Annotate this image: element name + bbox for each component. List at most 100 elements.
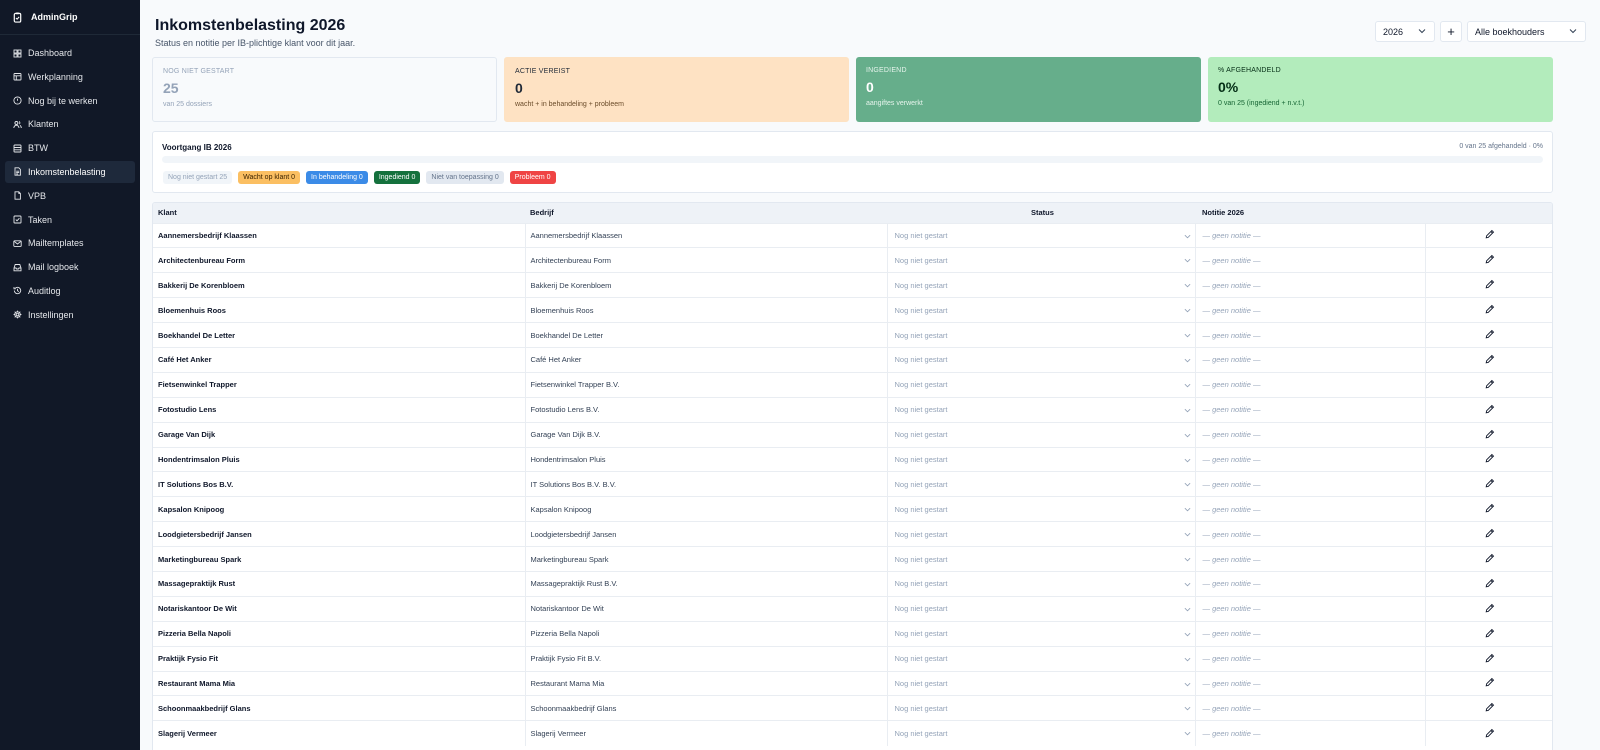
edit-pencil-icon[interactable] [1485,329,1495,339]
status-badge[interactable]: Probleem 0 [509,171,556,184]
note-cell[interactable]: — geen notitie — [1195,471,1426,497]
edit-pencil-icon[interactable] [1485,528,1495,538]
accountant-filter-select[interactable]: Alle boekhouders [1467,21,1586,42]
column-header-bedrijf[interactable]: Bedrijf [525,203,887,223]
status-select[interactable]: Nog niet gestart [887,546,1196,572]
note-cell[interactable]: — geen notitie — [1195,346,1426,373]
note-cell[interactable]: — geen notitie — [1195,620,1426,647]
cell-klant[interactable]: Café Het Anker [153,346,526,373]
cell-klant[interactable]: Garage Van Dijk [153,421,526,448]
status-select[interactable]: Nog niet gestart [887,396,1196,423]
edit-pencil-icon[interactable] [1485,354,1495,364]
note-cell[interactable]: — geen notitie — [1195,247,1426,273]
column-header-klant[interactable]: Klant [153,203,525,223]
edit-pencil-icon[interactable] [1485,503,1495,513]
column-header-status[interactable]: Status [887,203,1195,223]
note-cell[interactable]: — geen notitie — [1195,595,1426,622]
status-select[interactable]: Nog niet gestart [887,446,1196,472]
edit-pencil-icon[interactable] [1485,603,1495,613]
edit-pencil-icon[interactable] [1485,578,1495,588]
status-badge[interactable]: Ingediend 0 [373,171,421,184]
note-cell[interactable]: — geen notitie — [1195,695,1426,721]
status-select[interactable]: Nog niet gestart [887,322,1196,348]
cell-klant[interactable]: Massagepraktijk Rust [153,570,526,597]
note-cell[interactable]: — geen notitie — [1195,396,1426,423]
status-select[interactable]: Nog niet gestart [887,471,1196,497]
sidebar-item-instellingen[interactable]: Instellingen [5,304,135,326]
note-cell[interactable]: — geen notitie — [1195,421,1426,448]
edit-pencil-icon[interactable] [1485,379,1495,389]
sidebar-item-werkplanning[interactable]: Werkplanning [5,66,135,88]
note-cell[interactable]: — geen notitie — [1195,322,1426,348]
status-select[interactable]: Nog niet gestart [887,222,1196,248]
note-cell[interactable]: — geen notitie — [1195,297,1426,323]
sidebar-item-inkomstenbelasting[interactable]: Inkomstenbelasting [5,160,135,183]
edit-pencil-icon[interactable] [1485,304,1495,314]
edit-pencil-icon[interactable] [1485,429,1495,439]
add-year-button[interactable]: + [1440,21,1462,42]
cell-klant[interactable]: Boekhandel De Letter [153,322,526,348]
note-cell[interactable]: — geen notitie — [1195,670,1426,696]
sidebar-item-auditlog[interactable]: Auditlog [5,280,135,302]
note-cell[interactable]: — geen notitie — [1195,222,1426,248]
note-cell[interactable]: — geen notitie — [1195,570,1426,597]
status-select[interactable]: Nog niet gestart [887,645,1196,672]
status-select[interactable]: Nog niet gestart [887,620,1196,647]
status-badge[interactable]: Wacht op klant 0 [238,171,301,184]
status-badge[interactable]: Niet van toepassing 0 [426,171,504,184]
note-cell[interactable]: — geen notitie — [1195,546,1426,572]
status-select[interactable]: Nog niet gestart [887,346,1196,373]
edit-pencil-icon[interactable] [1485,404,1495,414]
status-select[interactable]: Nog niet gestart [887,720,1196,746]
edit-pencil-icon[interactable] [1485,728,1495,738]
note-cell[interactable]: — geen notitie — [1195,446,1426,472]
status-select[interactable]: Nog niet gestart [887,247,1196,273]
edit-pencil-icon[interactable] [1485,677,1495,687]
edit-pencil-icon[interactable] [1485,254,1495,264]
cell-klant[interactable]: Fietsenwinkel Trapper [153,371,526,398]
status-select[interactable]: Nog niet gestart [887,297,1196,323]
edit-pencil-icon[interactable] [1485,702,1495,712]
cell-klant[interactable]: Kapsalon Knipoog [153,496,526,522]
note-cell[interactable]: — geen notitie — [1195,645,1426,672]
edit-pencil-icon[interactable] [1485,553,1495,563]
status-select[interactable]: Nog niet gestart [887,421,1196,448]
status-select[interactable]: Nog niet gestart [887,496,1196,522]
cell-klant[interactable]: Restaurant Mama Mia [153,670,526,696]
cell-klant[interactable]: Slagerij Vermeer [153,720,526,746]
cell-klant[interactable]: Praktijk Fysio Fit [153,645,526,672]
edit-pencil-icon[interactable] [1485,653,1495,663]
cell-klant[interactable]: Notariskantoor De Wit [153,595,526,622]
sidebar-item-taken[interactable]: Taken [5,209,135,231]
cell-klant[interactable]: Bloemenhuis Roos [153,297,526,323]
cell-klant[interactable]: IT Solutions Bos B.V. [153,471,526,497]
status-select[interactable]: Nog niet gestart [887,570,1196,597]
status-badge[interactable]: Nog niet gestart 25 [163,171,233,184]
cell-klant[interactable]: Schoonmaakbedrijf Glans [153,695,526,721]
sidebar-item-klanten[interactable]: Klanten [5,113,135,135]
note-cell[interactable]: — geen notitie — [1195,496,1426,522]
year-select[interactable]: 2026 [1375,21,1435,42]
brand[interactable]: AdminGrip [0,0,140,35]
status-select[interactable]: Nog niet gestart [887,521,1196,547]
cell-klant[interactable]: Fotostudio Lens [153,396,526,423]
sidebar-item-mail-logboek[interactable]: Mail logboek [5,256,135,278]
status-select[interactable]: Nog niet gestart [887,272,1196,298]
edit-pencil-icon[interactable] [1485,478,1495,488]
cell-klant[interactable]: Hondentrimsalon Pluis [153,446,526,472]
cell-klant[interactable]: Loodgietersbedrijf Jansen [153,521,526,547]
cell-klant[interactable]: Architectenbureau Form [153,247,526,273]
edit-pencil-icon[interactable] [1485,229,1495,239]
sidebar-item-vpb[interactable]: VPB [5,185,135,207]
edit-pencil-icon[interactable] [1485,628,1495,638]
status-select[interactable]: Nog niet gestart [887,371,1196,398]
note-cell[interactable]: — geen notitie — [1195,272,1426,298]
cell-klant[interactable]: Marketingbureau Spark [153,546,526,572]
cell-klant[interactable]: Aannemersbedrijf Klaassen [153,222,526,248]
status-badge[interactable]: In behandeling 0 [306,171,368,184]
note-cell[interactable]: — geen notitie — [1195,521,1426,547]
status-select[interactable]: Nog niet gestart [887,695,1196,721]
status-select[interactable]: Nog niet gestart [887,670,1196,696]
sidebar-item-dashboard[interactable]: Dashboard [5,42,135,64]
status-select[interactable]: Nog niet gestart [887,595,1196,622]
